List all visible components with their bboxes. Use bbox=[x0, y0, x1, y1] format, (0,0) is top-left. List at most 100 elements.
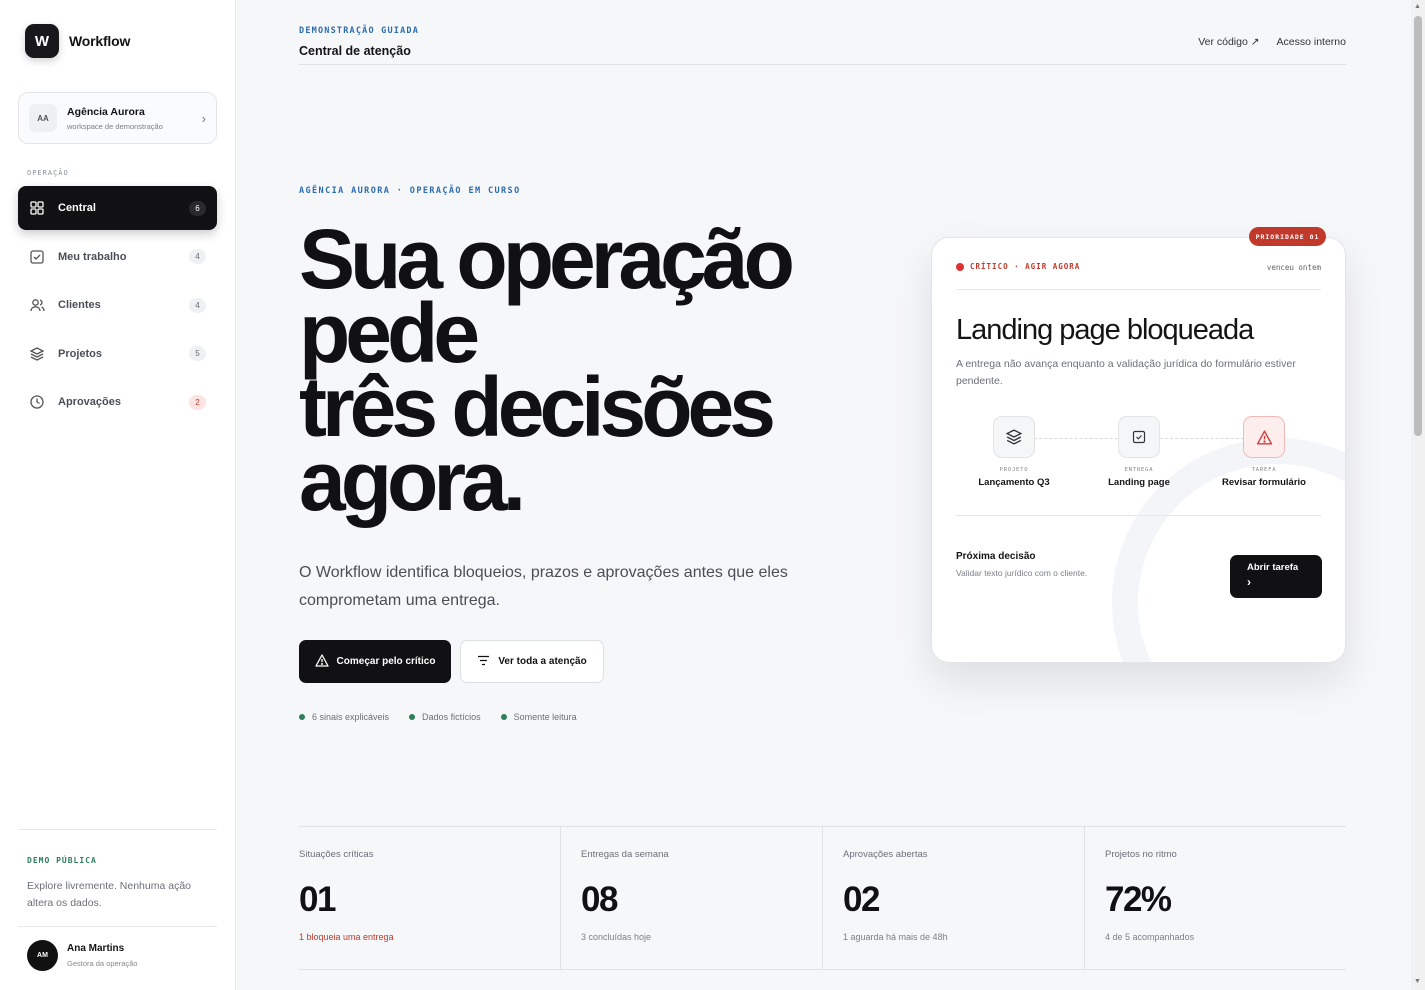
open-task-button[interactable]: Abrir tarefa › bbox=[1230, 555, 1322, 598]
step-label: PROJETO bbox=[999, 467, 1029, 473]
page-title: Central de atenção bbox=[299, 44, 411, 58]
count-badge: 4 bbox=[189, 249, 206, 264]
stat-value: 01 bbox=[299, 880, 336, 919]
scrollbar-thumb[interactable] bbox=[1414, 16, 1422, 436]
demo-label: DEMO PÚBLICA bbox=[27, 856, 97, 865]
warning-icon bbox=[1243, 416, 1285, 458]
sidebar-item-label: Aprovações bbox=[58, 396, 121, 408]
button-label: Ver toda a atenção bbox=[498, 656, 587, 667]
user-role: Gestora da operação bbox=[67, 959, 138, 968]
filter-icon bbox=[477, 655, 490, 669]
users-icon bbox=[29, 297, 45, 313]
flow-step-delivery[interactable]: ENTREGA Landing page bbox=[1079, 416, 1199, 488]
status-dot-icon bbox=[299, 714, 305, 720]
workspace-switcher[interactable]: AA Agência Aurora workspace de demonstra… bbox=[18, 92, 217, 144]
critical-task-card: CRÍTICO · AGIR AGORA venceu ontem Landin… bbox=[931, 237, 1346, 663]
brand-name: Workflow bbox=[69, 33, 131, 49]
stat-label: Aprovações abertas bbox=[843, 849, 928, 860]
count-badge: 4 bbox=[189, 297, 206, 313]
flow-step-project[interactable]: PROJETO Lançamento Q3 bbox=[954, 416, 1074, 488]
sidebar-item-label: Meu trabalho bbox=[58, 250, 127, 263]
step-label: ENTREGA bbox=[1124, 467, 1154, 473]
stat-note: 1 bloqueia uma entrega bbox=[299, 932, 394, 942]
signal-label: Somente leitura bbox=[513, 712, 577, 722]
scroll-down-icon[interactable]: ▼ bbox=[1414, 978, 1421, 985]
demo-text: Explore livremente. Nenhuma ação altera … bbox=[27, 880, 192, 909]
start-critical-button[interactable]: Começar pelo crítico bbox=[299, 640, 451, 683]
brand-logo: W bbox=[25, 24, 59, 58]
hero-title-line: pede bbox=[299, 286, 480, 380]
button-label: Abrir tarefa bbox=[1247, 562, 1299, 573]
next-decision-text: Validar texto jurídico com o cliente. bbox=[956, 568, 1088, 578]
status-dot-icon bbox=[500, 714, 507, 720]
hero-title-line: três decisões bbox=[299, 360, 776, 454]
stat-projects[interactable]: Projetos no ritmo 72% 4 de 5 acompanhado… bbox=[1085, 827, 1346, 969]
stat-label: Entregas da semana bbox=[581, 849, 669, 860]
button-label: Começar pelo crítico bbox=[336, 656, 436, 667]
view-all-attention-button[interactable]: Ver toda a atenção bbox=[460, 640, 604, 683]
avatar: AM bbox=[27, 940, 58, 971]
card-description: A entrega não avança enquanto a validaçã… bbox=[956, 358, 1296, 387]
internal-access-link[interactable]: Acesso interno bbox=[1277, 36, 1346, 48]
alert-dot-icon bbox=[956, 262, 964, 271]
hero-title-line: Sua operação bbox=[299, 212, 795, 306]
flow-step-task[interactable]: TAREFA Revisar formulário bbox=[1204, 416, 1324, 488]
header-links: Ver código ↗ Acesso interno bbox=[1198, 36, 1346, 48]
hero-title-line: agora. bbox=[299, 434, 526, 528]
sidebar-item-aprovacoes[interactable]: Aprovações 2 bbox=[18, 380, 217, 424]
signal-item: Dados fictícios bbox=[409, 712, 481, 722]
count-badge: 5 bbox=[189, 346, 206, 361]
stat-note: 4 de 5 acompanhados bbox=[1105, 932, 1195, 942]
divider bbox=[956, 515, 1321, 516]
brand[interactable]: W Workflow bbox=[25, 24, 130, 58]
status-label: CRÍTICO · AGIR AGORA bbox=[956, 262, 1080, 271]
signal-item: Somente leitura bbox=[500, 712, 577, 722]
card-title: Landing page bloqueada bbox=[956, 314, 1254, 346]
layers-icon bbox=[993, 416, 1035, 458]
workspace-name: Agência Aurora bbox=[67, 105, 145, 118]
nav-section-label: OPERAÇÃO bbox=[27, 169, 69, 177]
stat-value: 02 bbox=[843, 880, 880, 919]
step-label: TAREFA bbox=[1251, 467, 1277, 473]
stat-critical[interactable]: Situações críticas 01 1 bloqueia uma ent… bbox=[299, 827, 561, 969]
signal-label: 6 sinais explicáveis bbox=[312, 712, 390, 722]
sidebar-item-central[interactable]: Central 6 bbox=[18, 186, 217, 230]
grid-icon bbox=[29, 200, 45, 216]
stats-row: Situações críticas 01 1 bloqueia uma ent… bbox=[299, 826, 1346, 970]
count-badge: 2 bbox=[189, 394, 206, 410]
sidebar-item-label: Central bbox=[58, 202, 96, 214]
signals-list: 6 sinais explicáveis Dados fictícios Som… bbox=[299, 712, 577, 722]
scroll-up-icon[interactable]: ▲ bbox=[1414, 3, 1421, 10]
chevron-right-icon: › bbox=[201, 110, 206, 126]
sidebar-item-label: Clientes bbox=[58, 299, 101, 311]
stat-note: 1 aguarda há mais de 48h bbox=[843, 932, 948, 942]
hero-title: Sua operação pede três decisões agora. bbox=[299, 212, 859, 528]
stat-value: 08 bbox=[581, 880, 618, 919]
priority-badge: PRIORIDADE 01 bbox=[1249, 227, 1326, 246]
stat-label: Projetos no ritmo bbox=[1105, 849, 1177, 860]
status-dot-icon bbox=[409, 714, 416, 720]
stat-deliveries[interactable]: Entregas da semana 08 3 concluídas hoje bbox=[561, 827, 823, 969]
sidebar-nav: Central 6 Meu trabalho 4 Clientes 4 Proj… bbox=[18, 186, 217, 429]
clock-icon bbox=[29, 394, 45, 410]
view-code-link[interactable]: Ver código ↗ bbox=[1198, 36, 1259, 48]
divider bbox=[956, 289, 1321, 290]
check-square-icon bbox=[29, 249, 45, 265]
hero-kicker: AGÊNCIA AURORA · OPERAÇÃO EM CURSO bbox=[299, 186, 521, 196]
workspace-subtitle: workspace de demonstração bbox=[67, 121, 163, 131]
sidebar-item-clientes[interactable]: Clientes 4 bbox=[18, 283, 217, 327]
stat-label: Situações críticas bbox=[299, 849, 374, 860]
next-decision-label: Próxima decisão bbox=[956, 551, 1036, 562]
sidebar-item-meu-trabalho[interactable]: Meu trabalho 4 bbox=[18, 235, 217, 279]
step-value: Lançamento Q3 bbox=[978, 477, 1050, 488]
workspace-avatar: AA bbox=[29, 104, 57, 132]
page-scrollbar[interactable]: ▲ ▼ bbox=[1411, 0, 1425, 990]
stat-approvals[interactable]: Aprovações abertas 02 1 aguarda há mais … bbox=[823, 827, 1085, 969]
sidebar-item-projetos[interactable]: Projetos 5 bbox=[18, 332, 217, 376]
status-text: CRÍTICO · AGIR AGORA bbox=[970, 262, 1081, 271]
user-profile[interactable]: AM Ana Martins Gestora da operação bbox=[27, 940, 137, 971]
step-value: Revisar formulário bbox=[1222, 477, 1306, 488]
due-label: venceu ontem bbox=[1266, 263, 1321, 272]
sidebar: W Workflow AA Agência Aurora workspace d… bbox=[0, 0, 236, 990]
signal-item: 6 sinais explicáveis bbox=[299, 712, 389, 722]
